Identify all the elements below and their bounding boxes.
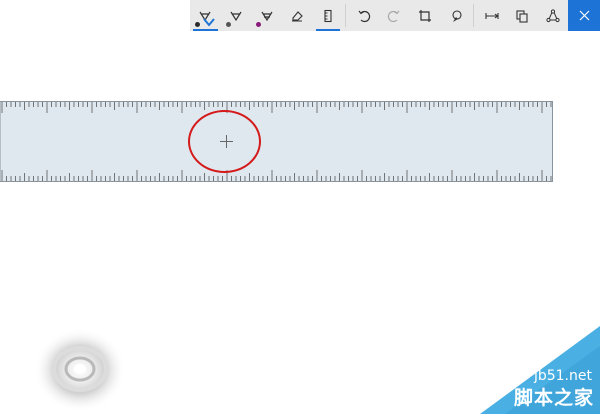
share-icon [546, 8, 560, 22]
crop-icon [419, 9, 432, 22]
loading-swirl-icon [34, 328, 126, 412]
share-button[interactable] [538, 0, 569, 31]
close-button[interactable] [568, 0, 600, 31]
highlighter-color-dot [256, 22, 262, 27]
pen-color-dot [195, 22, 200, 27]
chevron-down-icon[interactable] [202, 15, 216, 29]
toolbar [190, 0, 600, 31]
highlighter-icon [261, 11, 273, 21]
watermark-brand: 脚本之家 [513, 387, 594, 409]
close-icon [579, 10, 590, 21]
eraser-button[interactable] [282, 0, 313, 31]
expand-button[interactable] [476, 0, 507, 31]
redo-icon [388, 10, 400, 22]
ruler-button[interactable] [313, 0, 344, 31]
watermark-url: jb51.net [533, 368, 592, 384]
eraser-icon [292, 10, 304, 22]
touch-writing-icon [452, 9, 462, 22]
ruler-icon [324, 9, 332, 22]
ballpoint-pen-button[interactable] [190, 0, 221, 31]
touch-writing-button[interactable] [440, 0, 471, 31]
ruler-tool[interactable] [0, 101, 553, 182]
expand-icon [484, 12, 499, 19]
toolbar-divider [345, 4, 347, 27]
ruler-graphic [0, 101, 553, 182]
undo-icon [358, 10, 370, 22]
redo-button[interactable] [379, 0, 410, 31]
copy-icon [516, 9, 528, 23]
highlighter-button[interactable] [251, 0, 282, 31]
toolbar-divider [473, 4, 475, 27]
crosshair-icon [220, 135, 233, 148]
watermark: jb51.net 脚本之家 [480, 326, 600, 414]
pencil-button[interactable] [221, 0, 252, 31]
pencil-icon [230, 11, 242, 21]
copy-button[interactable] [507, 0, 538, 31]
crop-button[interactable] [410, 0, 441, 31]
undo-button[interactable] [348, 0, 379, 31]
pencil-color-dot [225, 22, 231, 27]
